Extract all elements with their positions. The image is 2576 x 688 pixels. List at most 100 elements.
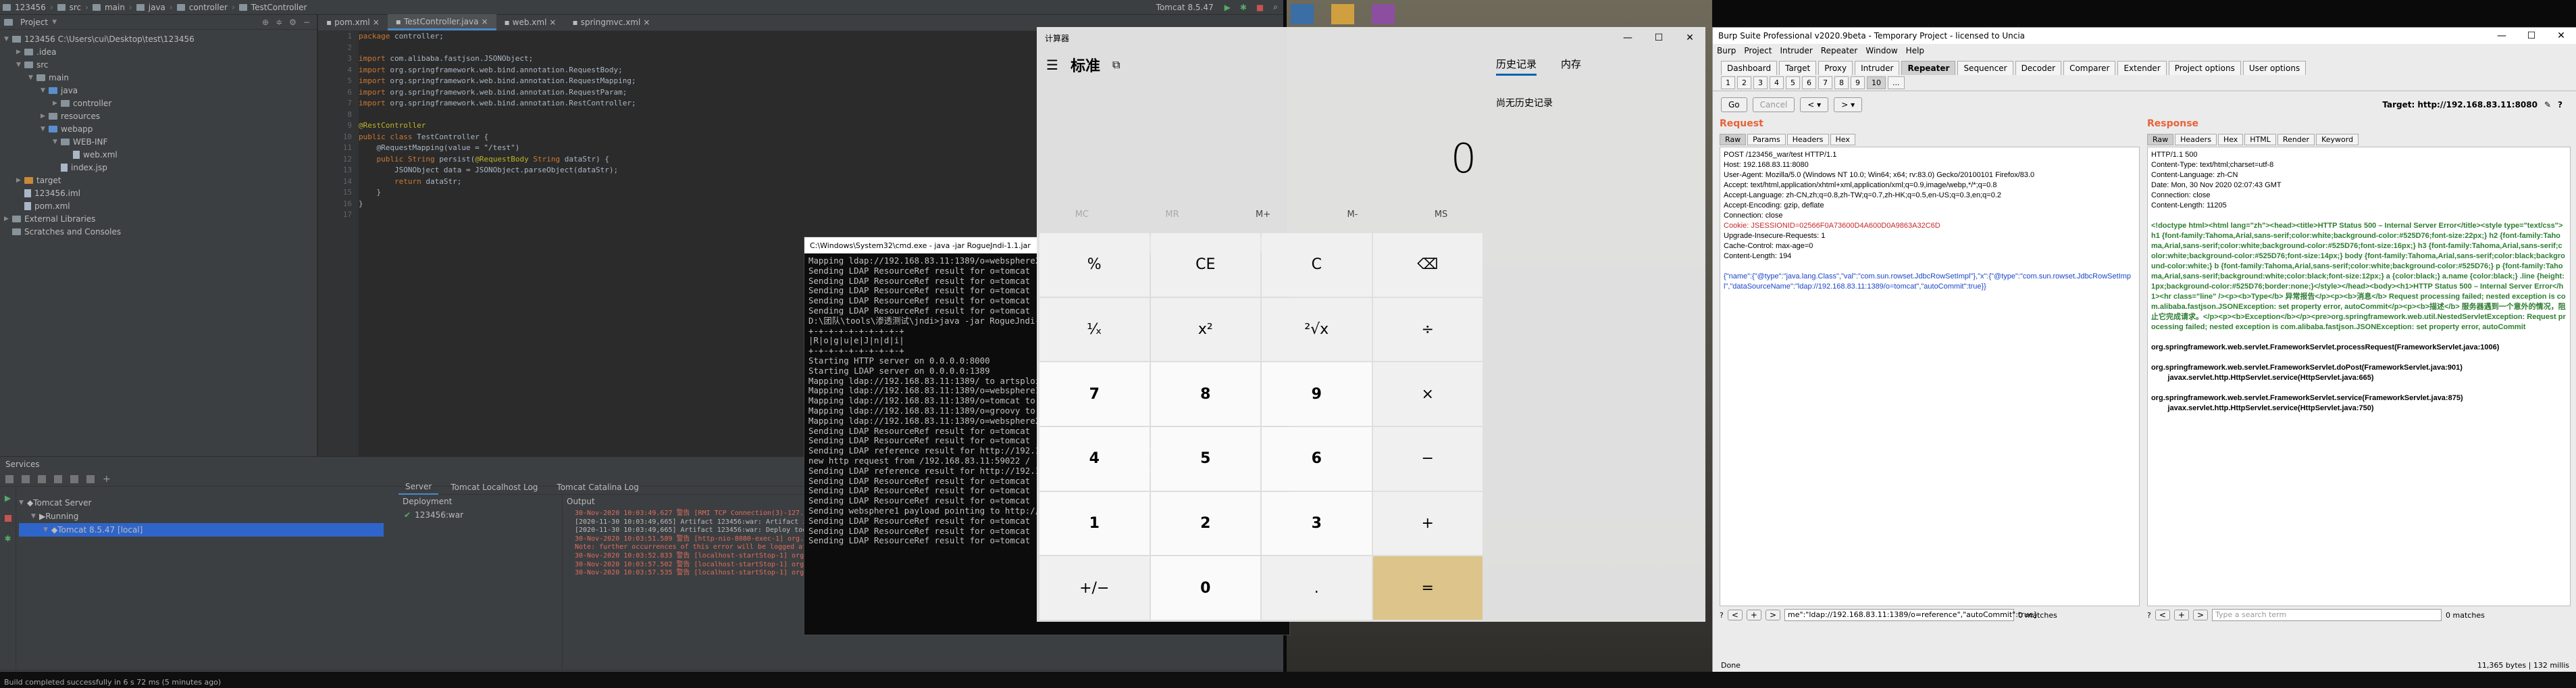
gear-icon[interactable]: ⚙ — [289, 18, 297, 27]
services-tree-node[interactable]: ▼ ▶ Running — [19, 510, 384, 523]
burp-tab[interactable]: Decoder — [2015, 61, 2062, 75]
expand-arrow-icon[interactable]: ▼ — [43, 526, 51, 533]
tab-history[interactable]: 历史记录 — [1496, 57, 1537, 76]
keep-on-top-icon[interactable]: ⧉ — [1112, 58, 1120, 72]
tree-node[interactable]: ▶ resources — [0, 109, 317, 122]
menu-item[interactable]: Repeater — [1821, 46, 1858, 55]
memory-button[interactable]: MS — [1435, 210, 1447, 220]
repeater-tab[interactable]: 3 — [1753, 76, 1768, 89]
close-icon[interactable]: × — [643, 18, 650, 27]
close-icon[interactable]: × — [481, 17, 488, 26]
calculator-key[interactable]: ÷ — [1372, 297, 1483, 362]
expand-arrow-icon[interactable]: ▼ — [19, 499, 27, 506]
calculator-key[interactable]: 4 — [1039, 426, 1150, 491]
tree-node[interactable]: Scratches and Consoles — [0, 225, 317, 238]
response-view-tab[interactable]: Keyword — [2316, 133, 2359, 145]
menu-item[interactable]: Intruder — [1780, 46, 1812, 55]
tree-node[interactable]: ▶ .idea — [0, 45, 317, 58]
expand-arrow-icon[interactable]: ▶ — [41, 113, 49, 120]
editor-tab[interactable]: ▪ web.xml × — [496, 14, 565, 30]
collapse-icon[interactable]: ≑ — [276, 18, 282, 27]
filter-icon[interactable] — [70, 474, 78, 483]
expand-arrow-icon[interactable]: ▼ — [41, 87, 49, 94]
group-icon[interactable] — [54, 474, 62, 483]
desktop-app-icon[interactable] — [1372, 4, 1395, 24]
response-viewer[interactable]: HTTP/1.1 500 Content-Type: text/html;char… — [2147, 147, 2571, 606]
edit-icon[interactable]: ✎ — [2544, 100, 2551, 109]
expand-arrow-icon[interactable]: ▶ — [53, 100, 61, 107]
tree-node[interactable]: ▶ target — [0, 174, 317, 187]
tree-node[interactable]: ▶ External Libraries — [0, 212, 317, 225]
calculator-key[interactable]: × — [1372, 362, 1483, 426]
repeater-tab[interactable]: 10 — [1867, 76, 1886, 89]
menu-item[interactable]: Help — [1906, 46, 1924, 55]
editor-tab[interactable]: ▪ pom.xml × — [318, 14, 388, 30]
services-tree-node[interactable]: ▼ ◆ Tomcat 8.5.47 [local] — [19, 523, 384, 537]
tree-node[interactable]: ▼ main — [0, 71, 317, 84]
burp-title[interactable]: Burp Suite Professional v2020.9beta - Te… — [1713, 28, 2576, 44]
breadcrumb-item[interactable]: src — [70, 3, 82, 12]
calculator-key[interactable]: % — [1039, 233, 1150, 297]
expand-icon[interactable] — [22, 474, 30, 483]
expand-arrow-icon[interactable]: ▶ — [16, 177, 24, 184]
desktop-app-icon[interactable] — [1331, 4, 1354, 24]
repeater-tab[interactable]: 9 — [1851, 76, 1865, 89]
artifact-row[interactable]: ✔ 123456:war — [398, 508, 561, 522]
tree-node[interactable]: ▼ webapp — [0, 122, 317, 135]
next-icon[interactable]: > — [2192, 610, 2209, 620]
next-icon[interactable]: > — [1765, 610, 1781, 620]
tree-node[interactable]: ▼ src — [0, 58, 317, 71]
response-view-tab[interactable]: Raw — [2147, 133, 2174, 145]
response-view-tab[interactable]: Hex — [2217, 133, 2244, 145]
expand-arrow-icon[interactable]: ▼ — [41, 126, 49, 132]
close-icon[interactable]: ✕ — [1674, 27, 1705, 49]
repeater-tab[interactable]: 5 — [1786, 76, 1800, 89]
prev-icon[interactable]: < — [1727, 610, 1743, 620]
editor-tab[interactable]: ▪ springmvc.xml × — [564, 14, 658, 30]
tree-node[interactable]: pom.xml — [0, 199, 317, 212]
calculator-key[interactable]: CE — [1150, 233, 1260, 297]
hamburger-icon[interactable]: ☰ — [1046, 57, 1058, 73]
close-icon[interactable]: × — [373, 18, 380, 27]
memory-button[interactable]: MC — [1075, 210, 1089, 220]
forward-button[interactable]: > ▾ — [1834, 97, 1863, 112]
go-button[interactable]: Go — [1721, 97, 1747, 112]
cancel-button[interactable]: Cancel — [1752, 97, 1795, 112]
breadcrumb-item[interactable]: 123456 — [15, 3, 46, 12]
stop-icon[interactable]: ■ — [1256, 3, 1264, 12]
memory-button[interactable]: MR — [1165, 210, 1179, 220]
breadcrumb-item[interactable]: java — [149, 3, 165, 12]
calculator-key[interactable]: C — [1262, 233, 1372, 297]
maximize-icon[interactable]: ☐ — [1643, 27, 1674, 49]
tree-node[interactable]: ▶ controller — [0, 97, 317, 109]
burp-tab[interactable]: Extender — [2117, 61, 2167, 75]
chevron-down-icon[interactable]: ▼ — [52, 19, 57, 26]
run-icon[interactable]: ▶ — [0, 493, 16, 503]
calculator-key[interactable]: + — [1372, 491, 1483, 556]
calculator-key[interactable]: 7 — [1039, 362, 1150, 426]
repeater-tab[interactable]: 6 — [1802, 76, 1816, 89]
calculator-key[interactable]: ⌫ — [1372, 233, 1483, 297]
calculator-key[interactable]: 2 — [1150, 491, 1260, 556]
maximize-icon[interactable]: ☐ — [2517, 28, 2546, 44]
repeater-tab[interactable]: ... — [1888, 76, 1905, 89]
burp-tab[interactable]: Target — [1779, 61, 1817, 75]
add-icon[interactable]: + — [1746, 610, 1761, 620]
calculator-key[interactable]: x² — [1150, 297, 1260, 362]
expand-arrow-icon[interactable]: ▼ — [4, 36, 12, 43]
refresh-icon[interactable] — [5, 474, 14, 483]
breadcrumb-item[interactable]: TestController — [251, 3, 307, 12]
calculator-key[interactable]: 6 — [1262, 426, 1372, 491]
close-icon[interactable]: ✕ — [2546, 28, 2576, 44]
burp-tab[interactable]: Dashboard — [1721, 61, 1778, 75]
expand-arrow-icon[interactable]: ▼ — [53, 139, 61, 145]
back-button[interactable]: < ▾ — [1800, 97, 1829, 112]
tree-node[interactable]: ▼ WEB-INF — [0, 135, 317, 148]
calculator-key[interactable]: 1 — [1039, 491, 1150, 556]
breadcrumb-item[interactable]: main — [105, 3, 125, 12]
repeater-tab[interactable]: 7 — [1818, 76, 1832, 89]
tree-node[interactable]: 123456.iml — [0, 187, 317, 199]
burp-tab[interactable]: Project options — [2168, 61, 2241, 75]
burp-tab[interactable]: Proxy — [1818, 61, 1853, 75]
repeater-tab[interactable]: 2 — [1737, 76, 1751, 89]
